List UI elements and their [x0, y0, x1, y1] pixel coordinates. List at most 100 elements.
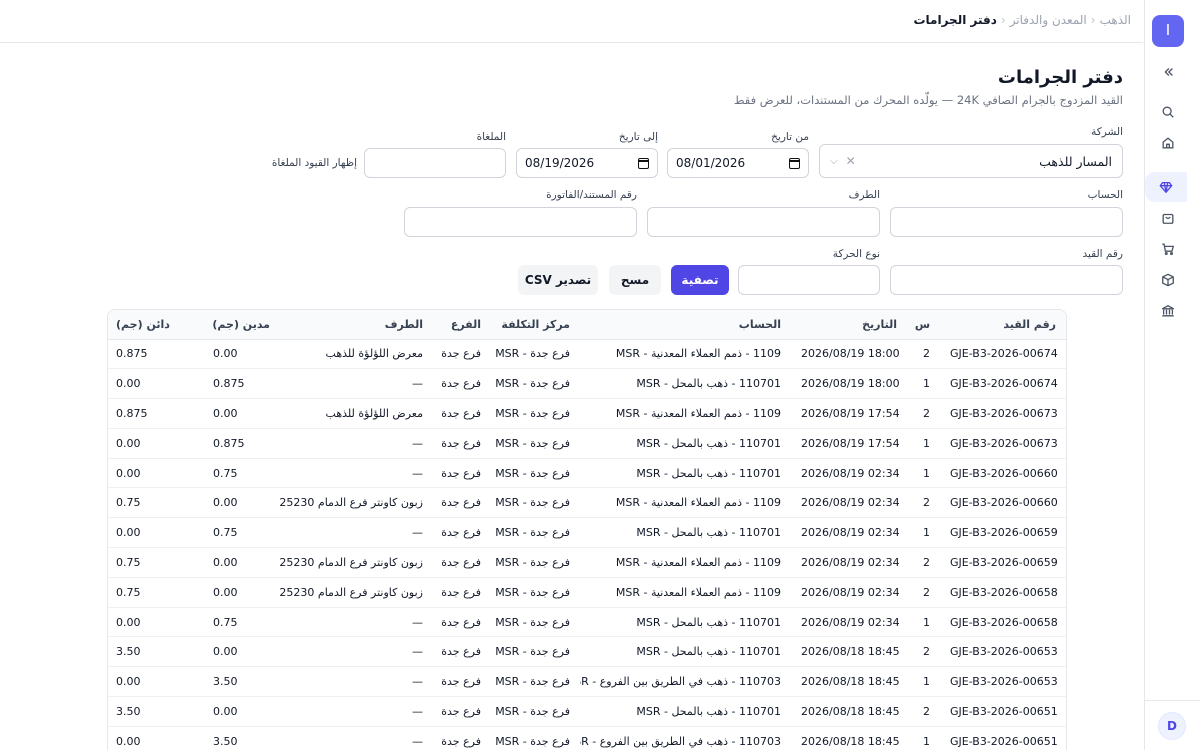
debit-cell: 0.00 — [203, 487, 280, 519]
seq-cell: 1 — [907, 607, 940, 638]
entry-no-cell: GJE-B3-2026-00653 — [940, 636, 1066, 668]
topbar: الذهب‹المعدن والدفاتر‹دفتر الجرامات — [0, 0, 1143, 43]
party-cell: — — [280, 696, 433, 727]
party-cell: — — [280, 458, 433, 489]
company-value: المسار للذهب — [1039, 153, 1112, 169]
party-cell: زبون كاونتر فرع الدمام 425230 — [280, 487, 433, 519]
debit-cell: 0.00 — [203, 398, 280, 429]
voided-label: الملغاة — [476, 131, 506, 143]
account-cell: 1109 - ذمم العملاء المعدنية - MSR — [580, 339, 791, 370]
seq-cell: 2 — [907, 636, 940, 668]
to-date-input[interactable]: 08/19/2026 — [516, 148, 658, 178]
credit-cell: 0.00 — [108, 726, 203, 750]
entry-no-cell: GJE-B3-2026-00674 — [940, 368, 1066, 400]
branch-cell: فرع جدة — [433, 636, 491, 668]
col-branch[interactable]: الفرع — [433, 310, 491, 340]
table-row[interactable]: GJE-B3-2026-00660 2 2026/08/19 02:34 1109 -… — [108, 487, 1066, 519]
calendar-icon[interactable] — [638, 157, 649, 169]
table-row[interactable]: GJE-B3-2026-00651 1 2026/08/18 18:45 110703… — [108, 726, 1066, 750]
col-cost-center[interactable]: مركز التكلفة — [491, 310, 580, 340]
cost-center-cell: فرع جدة - MSR — [491, 428, 580, 459]
party-input[interactable] — [647, 207, 880, 237]
cost-center-cell: فرع جدة - MSR — [491, 636, 580, 668]
account-cell: 110703 - ذهب في الطريق بين الفروع - MSR — [580, 666, 791, 698]
debit-cell: 0.75 — [203, 607, 280, 638]
date-cell: 2026/08/18 18:45 — [791, 696, 907, 727]
filter-button[interactable]: تصفية — [671, 265, 729, 295]
box-icon[interactable] — [1151, 265, 1185, 295]
table-row[interactable]: GJE-B3-2026-00674 1 2026/08/19 18:00 110701… — [108, 368, 1066, 400]
seq-cell: 2 — [907, 487, 940, 519]
account-cell: 1109 - ذمم العملاء المعدنية - MSR — [580, 547, 791, 578]
debit-cell: 0.875 — [203, 428, 280, 459]
table-row[interactable]: GJE-B3-2026-00658 2 2026/08/19 02:34 1109 -… — [108, 577, 1066, 608]
export-csv-button[interactable]: تصدير CSV — [518, 265, 598, 295]
party-cell: معرض اللؤلؤة للذهب — [280, 398, 433, 429]
col-seq[interactable]: س — [907, 310, 940, 340]
col-date[interactable]: التاريخ — [791, 310, 907, 340]
clear-icon[interactable]: ✕ — [846, 154, 856, 168]
entry-no-input[interactable] — [890, 265, 1123, 295]
bank-icon[interactable] — [1151, 296, 1185, 326]
table-row[interactable]: GJE-B3-2026-00653 2 2026/08/18 18:45 110701… — [108, 636, 1066, 668]
date-cell: 2026/08/19 18:00 — [791, 339, 907, 370]
col-credit[interactable]: دائن (جم) — [108, 310, 203, 340]
bag-icon[interactable] — [1151, 203, 1185, 233]
col-entry-no[interactable]: رقم القيد — [940, 310, 1066, 340]
home-icon[interactable] — [1151, 128, 1185, 158]
seq-cell: 2 — [907, 398, 940, 429]
breadcrumb-separator: ‹ — [1000, 13, 1006, 27]
search-icon[interactable] — [1151, 97, 1185, 127]
entry-no-cell: GJE-B3-2026-00658 — [940, 577, 1066, 608]
col-party[interactable]: الطرف — [280, 310, 433, 340]
breadcrumb-section[interactable]: المعدن والدفاتر — [1010, 13, 1087, 27]
table-row[interactable]: GJE-B3-2026-00673 1 2026/08/19 17:54 110701… — [108, 428, 1066, 459]
branch-cell: فرع جدة — [433, 666, 491, 698]
entry-no-cell: GJE-B3-2026-00673 — [940, 398, 1066, 429]
cost-center-cell: فرع جدة - MSR — [491, 398, 580, 429]
entry-no-cell: GJE-B3-2026-00658 — [940, 607, 1066, 638]
date-cell: 2026/08/18 18:45 — [791, 636, 907, 668]
table-row[interactable]: GJE-B3-2026-00659 2 2026/08/19 02:34 1109 -… — [108, 547, 1066, 578]
col-account[interactable]: الحساب — [580, 310, 791, 340]
clear-button[interactable]: مسح — [609, 265, 661, 295]
voided-input[interactable] — [364, 148, 506, 178]
seq-cell: 2 — [907, 547, 940, 578]
table-row[interactable]: GJE-B3-2026-00659 1 2026/08/19 02:34 110701… — [108, 517, 1066, 549]
cart-icon[interactable] — [1151, 234, 1185, 264]
table-row[interactable]: GJE-B3-2026-00674 2 2026/08/19 18:00 1109 -… — [108, 339, 1066, 370]
breadcrumb-root[interactable]: الذهب — [1100, 13, 1131, 27]
gem-icon[interactable] — [1145, 172, 1187, 202]
credit-cell: 0.00 — [108, 517, 203, 549]
from-date-input[interactable]: 08/01/2026 — [667, 148, 809, 178]
expand-icon[interactable] — [1151, 57, 1185, 87]
col-debit[interactable]: مدين (جم) — [203, 310, 280, 340]
account-cell: 110701 - ذهب بالمحل - MSR — [580, 458, 791, 489]
user-avatar[interactable]: D — [1158, 712, 1186, 740]
app-logo[interactable]: I — [1152, 15, 1184, 47]
date-cell: 2026/08/19 02:34 — [791, 487, 907, 519]
document-input[interactable] — [404, 207, 637, 237]
party-cell: — — [280, 517, 433, 549]
table-row[interactable]: GJE-B3-2026-00658 1 2026/08/19 02:34 110701… — [108, 607, 1066, 638]
credit-cell: 0.00 — [108, 458, 203, 489]
calendar-icon[interactable] — [789, 157, 800, 169]
table-row[interactable]: GJE-B3-2026-00673 2 2026/08/19 17:54 1109 -… — [108, 398, 1066, 429]
table-row[interactable]: GJE-B3-2026-00651 2 2026/08/18 18:45 110701… — [108, 696, 1066, 727]
document-label: رقم المستند/الفاتورة — [546, 189, 637, 201]
seq-cell: 1 — [907, 458, 940, 489]
chevron-down-icon[interactable]: ⌵ — [830, 156, 838, 167]
seq-cell: 1 — [907, 368, 940, 400]
entry-no-cell: GJE-B3-2026-00659 — [940, 547, 1066, 578]
company-select[interactable]: المسار للذهب ✕ ⌵ — [819, 144, 1123, 178]
account-cell: 110701 - ذهب بالمحل - MSR — [580, 368, 791, 400]
table-row[interactable]: GJE-B3-2026-00653 1 2026/08/18 18:45 110703… — [108, 666, 1066, 698]
account-input[interactable] — [890, 207, 1123, 237]
movement-type-input[interactable] — [738, 265, 880, 295]
table-body: GJE-B3-2026-00674 2 2026/08/19 18:00 1109 -… — [108, 339, 1066, 750]
date-cell: 2026/08/19 17:54 — [791, 428, 907, 459]
show-voided-label[interactable]: إظهار القيود الملغاة — [272, 157, 357, 169]
party-cell: — — [280, 368, 433, 400]
table-row[interactable]: GJE-B3-2026-00660 1 2026/08/19 02:34 110701… — [108, 458, 1066, 489]
date-cell: 2026/08/19 17:54 — [791, 398, 907, 429]
